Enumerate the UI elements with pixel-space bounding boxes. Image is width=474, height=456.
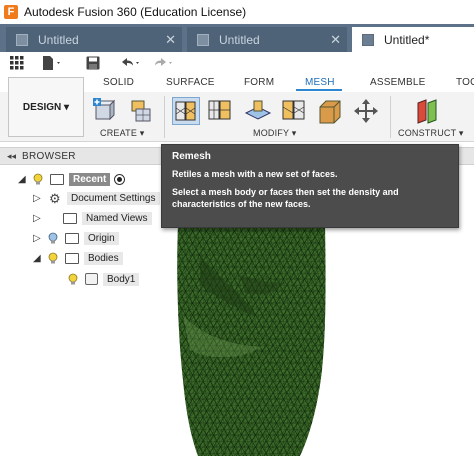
active-component-radio[interactable]	[114, 173, 126, 185]
redo-icon[interactable]	[153, 55, 175, 71]
grid-icon[interactable]	[10, 55, 24, 71]
plane-cut-icon[interactable]	[244, 97, 272, 125]
document-cube-icon	[197, 33, 209, 46]
tooltip-instructions-continued: characteristics of the new faces.	[172, 199, 311, 209]
mesh-body-icon	[85, 273, 98, 285]
tooltip-title: Remesh	[172, 151, 211, 162]
folder-icon	[65, 252, 79, 264]
document-tab-strip: Untitled ✕ Untitled ✕ Untitled*	[0, 24, 474, 52]
create-face-group-icon[interactable]	[126, 97, 154, 125]
ribbon-tab-tools[interactable]: TOO	[456, 77, 474, 88]
browser-item-origin[interactable]: ▷ Origin	[33, 229, 119, 247]
tooltip-instructions: Select a mesh body or faces then set the…	[172, 187, 399, 197]
visibility-bulb-icon[interactable]	[67, 273, 79, 285]
browser-item-document-settings[interactable]: ▷ ⚙ Document Settings	[33, 189, 160, 207]
fusion-logo-icon: F	[4, 5, 18, 19]
expand-triangle-icon[interactable]: ◢	[33, 253, 43, 264]
visibility-bulb-icon[interactable]	[47, 232, 59, 244]
modify-group-label[interactable]: MODIFY ▾	[253, 128, 296, 139]
window-title: Autodesk Fusion 360 (Education License)	[24, 5, 247, 19]
browser-root-label: Recent	[69, 172, 111, 186]
close-tab-icon[interactable]: ✕	[165, 32, 176, 48]
browser-item-body1[interactable]: Body1	[63, 270, 140, 288]
ribbon-tab-form[interactable]: FORM	[244, 77, 274, 88]
browser-item-label: Body1	[103, 272, 140, 286]
browser-item-bodies[interactable]: ◢ Bodies	[33, 249, 123, 267]
browser-item-label: Document Settings	[67, 191, 160, 205]
construct-plane-icon[interactable]	[414, 97, 442, 125]
document-tab-1[interactable]: Untitled ✕	[6, 27, 182, 52]
file-icon[interactable]	[42, 55, 62, 71]
document-tab-2[interactable]: Untitled ✕	[187, 27, 347, 52]
expand-triangle-icon[interactable]: ▷	[33, 193, 43, 204]
move-icon[interactable]	[352, 97, 380, 125]
browser-item-named-views[interactable]: ▷ Named Views	[33, 209, 152, 227]
visibility-bulb-icon[interactable]	[47, 252, 59, 264]
document-tab-active[interactable]: Untitled*	[352, 27, 474, 52]
expand-triangle-icon[interactable]: ▷	[33, 213, 43, 224]
document-tab-label: Untitled	[38, 32, 79, 47]
close-tab-icon[interactable]: ✕	[330, 32, 341, 48]
remesh-tooltip: Remesh Retiles a mesh with a new set of …	[161, 144, 459, 228]
document-tab-label: Untitled*	[384, 32, 430, 47]
browser-item-label: Origin	[84, 231, 119, 245]
document-tab-label: Untitled	[219, 32, 260, 47]
title-bar: F Autodesk Fusion 360 (Education License…	[0, 0, 474, 24]
ribbon-tab-mesh[interactable]: MESH	[305, 77, 335, 88]
expand-triangle-icon[interactable]: ◢	[18, 174, 28, 185]
reduce-mesh-icon[interactable]	[206, 97, 234, 125]
make-closed-mesh-icon[interactable]	[280, 97, 308, 125]
expand-triangle-icon[interactable]: ▷	[33, 233, 43, 244]
ribbon-separator	[390, 96, 391, 138]
document-cube-icon	[16, 33, 28, 46]
save-icon[interactable]	[86, 55, 100, 71]
browser-root-node[interactable]: ◢ Recent	[18, 170, 126, 188]
remesh-icon[interactable]	[172, 97, 200, 125]
workspace-switcher[interactable]: DESIGN ▾	[8, 77, 84, 137]
insert-mesh-icon[interactable]	[92, 97, 120, 125]
ribbon-tab-solid[interactable]: SOLID	[103, 77, 134, 88]
active-tab-indicator	[296, 89, 342, 91]
construct-group-label[interactable]: CONSTRUCT ▾	[398, 128, 464, 139]
ribbon-tab-assemble[interactable]: ASSEMBLE	[370, 77, 426, 88]
browser-title: BROWSER	[22, 150, 76, 162]
ribbon-tab-surface[interactable]: SURFACE	[166, 77, 215, 88]
browser-item-label: Bodies	[84, 251, 123, 265]
convert-mesh-icon[interactable]	[316, 97, 344, 125]
folder-icon	[65, 232, 79, 244]
ribbon-separator	[164, 96, 165, 138]
document-icon	[50, 173, 64, 185]
document-cube-icon	[362, 33, 374, 46]
collapse-browser-icon[interactable]: ◂◂	[7, 151, 16, 162]
undo-icon[interactable]	[120, 55, 142, 71]
browser-item-label: Named Views	[82, 211, 152, 225]
create-group-label[interactable]: CREATE ▾	[100, 128, 144, 139]
folder-icon	[63, 212, 77, 224]
visibility-bulb-icon[interactable]	[32, 173, 44, 185]
gear-icon: ⚙	[49, 190, 61, 206]
quick-access-toolbar	[0, 52, 474, 74]
tooltip-description: Retiles a mesh with a new set of faces.	[172, 169, 338, 179]
